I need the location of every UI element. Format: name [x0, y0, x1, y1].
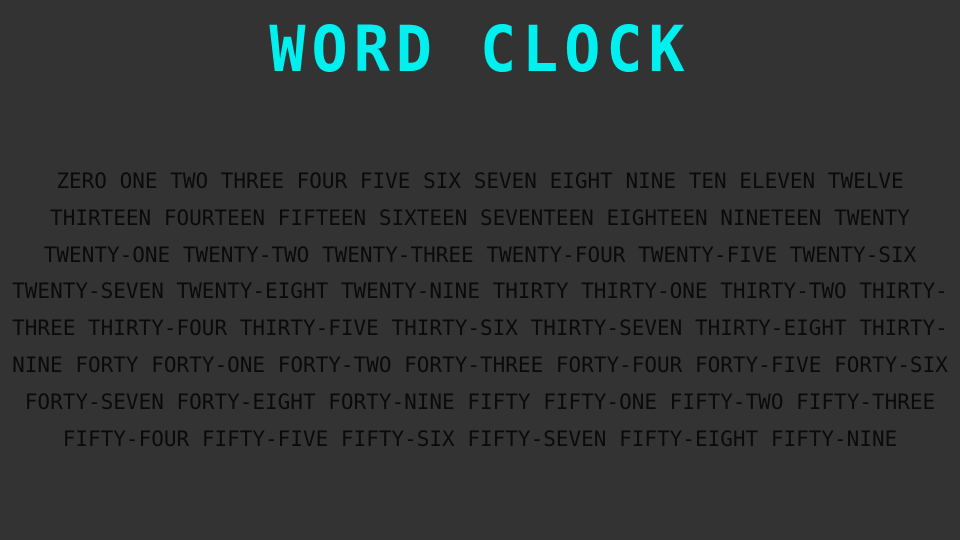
word-item: TWENTY-SIX: [789, 242, 917, 267]
word-item: ONE: [119, 169, 158, 193]
word-item: TWO: [170, 169, 209, 193]
word-item: TWENTY-TWO: [182, 242, 310, 267]
word-item: SEVEN: [473, 169, 537, 193]
word-item: THIRTY-EIGHT: [694, 316, 847, 341]
word-item: EIGHTEEN: [606, 205, 708, 230]
word-item: THIRTY-TWO: [720, 279, 847, 304]
word-item: FIFTEEN: [277, 205, 367, 230]
word-item: FIFTY-FOUR: [62, 426, 190, 451]
word-item: FIVE: [359, 169, 411, 193]
word-item: FIFTY-SEVEN: [467, 426, 607, 451]
word-item: FORTY-EIGHT: [176, 389, 316, 414]
word-item: FORTY-SEVEN: [24, 389, 164, 414]
word-item: SIX: [423, 169, 462, 193]
word-item: SEVENTEEN: [480, 205, 594, 230]
word-item: TWENTY-NINE: [340, 279, 480, 304]
word-item: FIFTY-EIGHT: [619, 426, 759, 451]
word-item: FOUR: [296, 169, 348, 193]
word-item: FIFTY-ONE: [543, 389, 658, 414]
word-item: THIRTY-SEVEN: [530, 316, 683, 341]
word-item: FORTY-ONE: [151, 352, 266, 377]
word-item: FORTY-SIX: [834, 352, 948, 377]
word-item: SIXTEEN: [378, 205, 468, 230]
word-item: NINETEEN: [720, 205, 822, 230]
word-item: THIRTY-FIVE: [239, 316, 379, 341]
word-item: ELEVEN: [739, 169, 816, 193]
word-item: FORTY-NINE: [328, 389, 455, 414]
word-item: TEN: [688, 169, 727, 193]
word-item: THIRTY: [492, 279, 569, 304]
word-item: THIRTY-ONE: [581, 279, 708, 304]
word-item: FORTY-THREE: [404, 352, 544, 377]
word-item: FORTY-FOUR: [555, 352, 683, 377]
word-item: TWENTY: [834, 205, 910, 230]
word-item: FIFTY-SIX: [340, 426, 455, 451]
word-item: ZERO: [56, 169, 107, 193]
word-item: TWELVE: [827, 169, 904, 193]
word-item: THIRTEEN: [50, 205, 152, 230]
word-item: NINE: [625, 169, 677, 193]
word-item: FIFTY-FIVE: [201, 426, 329, 451]
word-item: FIFTY-THREE: [796, 389, 936, 414]
word-item: THREE: [220, 169, 284, 193]
word-item: FIFTY: [467, 389, 531, 414]
word-item: FORTY-FIVE: [694, 352, 822, 377]
word-item: TWENTY-THREE: [321, 242, 474, 267]
word-item: FORTY-TWO: [277, 352, 392, 377]
word-item: TWENTY-SEVEN: [12, 279, 164, 304]
word-item: TWENTY-FOUR: [486, 242, 626, 267]
word-item: THIRTY-SIX: [391, 316, 518, 341]
word-item: TWENTY-FIVE: [638, 242, 778, 267]
word-list: ZERO ONE TWO THREE FOUR FIVE SIX SEVEN E…: [6, 163, 954, 457]
page-title: WORD CLOCK: [269, 13, 691, 87]
word-item: FIFTY-NINE: [770, 426, 898, 451]
word-item: FIFTY-TWO: [669, 389, 784, 414]
word-item: FORTY: [75, 352, 139, 377]
word-clock-page: WORD CLOCK ZERO ONE TWO THREE FOUR FIVE …: [0, 0, 960, 540]
word-item: TWENTY-EIGHT: [176, 279, 329, 304]
word-item: TWENTY-ONE: [43, 242, 171, 267]
word-item: EIGHT: [549, 169, 613, 193]
word-item: FOURTEEN: [163, 205, 266, 230]
word-item: THIRTY-FOUR: [88, 316, 228, 341]
